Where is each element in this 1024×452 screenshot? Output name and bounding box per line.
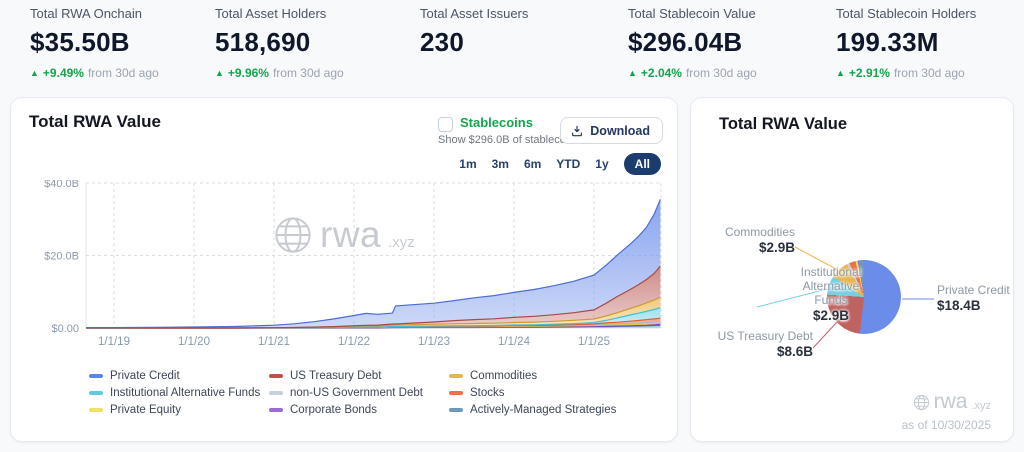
legend-item: Actively-Managed Strategies (449, 403, 629, 416)
legend-swatch (89, 391, 103, 395)
legend-swatch (269, 408, 283, 412)
stat-value: 518,690 (215, 27, 344, 58)
up-triangle-icon: ▲ (30, 68, 39, 78)
svg-text:1/1/23: 1/1/23 (418, 336, 450, 348)
area-fills (86, 199, 660, 328)
stablecoins-checkbox[interactable] (438, 117, 453, 132)
stat-label: Total RWA Onchain (30, 6, 159, 21)
time-range-selector: 1m 3m 6m YTD 1y All (459, 152, 661, 176)
legend-column: US Treasury Debt non-US Government Debt Co… (269, 369, 449, 416)
legend-swatch (269, 391, 283, 395)
legend-item: Stocks (449, 386, 629, 399)
stat-total-stablecoin-value: Total Stablecoin Value $296.04B ▲+2.04%f… (628, 6, 757, 80)
legend-swatch (269, 374, 283, 378)
chart-legend: Private Credit Institutional Alternative … (89, 369, 629, 416)
range-6m[interactable]: 6m (524, 157, 541, 171)
stat-delta: ▲+2.04%from 30d ago (628, 66, 757, 80)
rwa-watermark-small: rwa .xyz as of 10/30/2025 (902, 390, 991, 432)
legend-item: Corporate Bonds (269, 403, 449, 416)
range-3m[interactable]: 3m (492, 157, 509, 171)
stat-total-asset-issuers: Total Asset Issuers 230 (420, 6, 528, 66)
stat-total-asset-holders: Total Asset Holders 518,690 ▲+9.96%from … (215, 6, 344, 80)
legend-label: non-US Government Debt (290, 387, 423, 399)
legend-column: Private Credit Institutional Alternative … (89, 369, 269, 416)
card-title: Total RWA Value (29, 112, 161, 132)
download-icon (570, 124, 584, 138)
legend-item: US Treasury Debt (269, 369, 449, 382)
download-label: Download (590, 124, 650, 138)
watermark-brand: rwa (934, 390, 968, 414)
svg-text:1/1/22: 1/1/22 (338, 336, 370, 348)
svg-text:1/1/20: 1/1/20 (178, 336, 210, 348)
svg-text:1/1/25: 1/1/25 (578, 336, 610, 348)
range-1y[interactable]: 1y (595, 157, 608, 171)
legend-label: Institutional Alternative Funds (110, 387, 260, 399)
stat-label: Total Asset Holders (215, 6, 344, 21)
svg-text:$0.00: $0.00 (51, 323, 79, 335)
legend-item: Private Equity (89, 403, 269, 416)
legend-label: Corporate Bonds (290, 404, 377, 416)
legend-label: US Treasury Debt (290, 370, 381, 382)
total-rwa-value-chart-card: Total RWA Value Stablecoins Show $296.0B… (10, 97, 678, 442)
range-1m[interactable]: 1m (459, 157, 476, 171)
total-rwa-value-pie-card: Total RWA Value Commodities $2.9B Instit… (690, 97, 1014, 442)
legend-item: Institutional Alternative Funds (89, 386, 269, 399)
range-all[interactable]: All (624, 153, 661, 175)
area-series (86, 199, 660, 328)
legend-label: Actively-Managed Strategies (470, 404, 616, 416)
legend-label: Stocks (470, 387, 505, 399)
up-triangle-icon: ▲ (628, 68, 637, 78)
svg-text:$40.0B: $40.0B (44, 180, 79, 190)
stat-value: $296.04B (628, 27, 757, 58)
svg-text:1/1/24: 1/1/24 (498, 336, 531, 348)
stat-label: Total Stablecoin Holders (836, 6, 976, 21)
watermark-tld: .xyz (971, 400, 991, 414)
pie-label-commodities: Commodities $2.9B (697, 225, 795, 255)
legend-label: Commodities (470, 370, 537, 382)
pie-label-private-credit: Private Credit $18.4B (937, 283, 1015, 313)
svg-text:1/1/21: 1/1/21 (258, 336, 290, 348)
svg-text:$20.0B: $20.0B (44, 251, 79, 263)
legend-item: Commodities (449, 369, 629, 382)
card-title: Total RWA Value (719, 115, 847, 134)
stat-total-rwa-onchain: Total RWA Onchain $35.50B ▲+9.49%from 30… (30, 6, 159, 80)
legend-label: Private Equity (110, 404, 181, 416)
stacked-area-chart[interactable]: $0.00 $20.0B $40.0B 1/1/19 1/1/20 1/1/21 1/1/2… (11, 180, 679, 355)
legend-swatch (449, 374, 463, 378)
range-ytd[interactable]: YTD (556, 157, 580, 171)
legend-swatch (89, 408, 103, 412)
up-triangle-icon: ▲ (836, 68, 845, 78)
stat-label: Total Asset Issuers (420, 6, 528, 21)
rwa-allocation-pie-chart[interactable] (827, 260, 901, 334)
stat-label: Total Stablecoin Value (628, 6, 757, 21)
stat-delta: ▲+2.91%from 30d ago (836, 66, 976, 80)
download-button[interactable]: Download (560, 117, 663, 144)
pie-label-us-treasury-debt: US Treasury Debt $8.6B (709, 329, 813, 359)
stat-value: 199.33M (836, 27, 976, 58)
stats-bar: Total RWA Onchain $35.50B ▲+9.49%from 30… (0, 0, 1024, 97)
legend-column: Commodities Stocks Actively-Managed Strate… (449, 369, 629, 416)
legend-item: non-US Government Debt (269, 386, 449, 399)
stat-value: 230 (420, 27, 528, 58)
stablecoins-label[interactable]: Stablecoins (460, 115, 533, 130)
svg-text:1/1/19: 1/1/19 (98, 336, 130, 348)
stat-delta: ▲+9.49%from 30d ago (30, 66, 159, 80)
legend-swatch (449, 391, 463, 395)
stat-value: $35.50B (30, 27, 159, 58)
as-of-date: as of 10/30/2025 (902, 418, 991, 432)
legend-item: Private Credit (89, 369, 269, 382)
legend-swatch (449, 408, 463, 412)
stat-total-stablecoin-holders: Total Stablecoin Holders 199.33M ▲+2.91%… (836, 6, 976, 80)
up-triangle-icon: ▲ (215, 68, 224, 78)
legend-label: Private Credit (110, 370, 180, 382)
stat-delta: ▲+9.96%from 30d ago (215, 66, 344, 80)
globe-icon (913, 394, 930, 411)
legend-swatch (89, 374, 103, 378)
